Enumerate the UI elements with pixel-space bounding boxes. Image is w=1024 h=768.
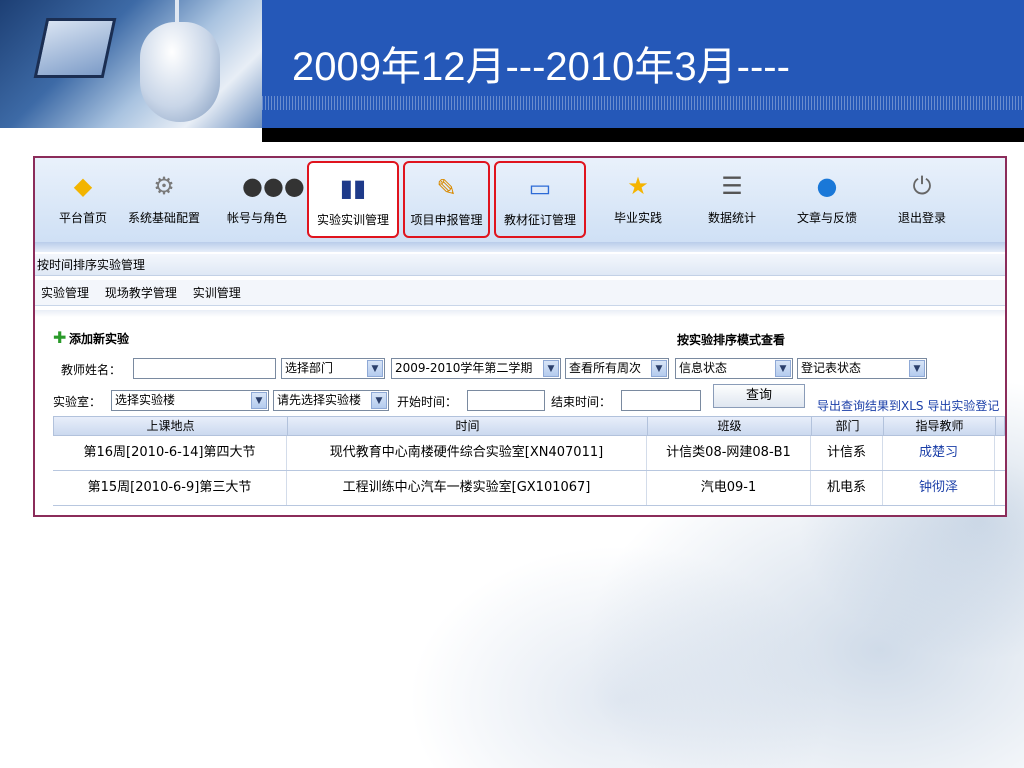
laptop-image xyxy=(33,18,117,78)
tool-system-config[interactable]: ⚙ 系统基础配置 xyxy=(117,168,211,238)
chevron-down-icon: ▼ xyxy=(371,392,387,409)
department-value: 选择部门 xyxy=(285,361,334,375)
export-links[interactable]: 导出查询结果到XLS 导出实验登记 xyxy=(817,397,999,414)
start-time-label: 开始时间： xyxy=(397,395,458,409)
chat-bubble-icon: ● xyxy=(816,172,838,200)
subnav-field-teaching[interactable]: 现场教学管理 xyxy=(105,286,177,300)
teacher-name-label: 教师姓名： xyxy=(61,363,122,377)
content-divider xyxy=(35,310,1005,317)
week-value: 查看所有周次 xyxy=(569,361,642,375)
star-icon: ★ xyxy=(627,172,649,200)
tool-accounts[interactable]: ●●● 帐号与角色 xyxy=(215,168,305,238)
tool-label: 退出登录 xyxy=(897,211,946,225)
cell-department: 机电系 xyxy=(811,471,883,505)
table-row[interactable]: 第16周[2010-6-14]第四大节 现代教育中心南楼硬件综合实验室[XN40… xyxy=(53,436,1005,471)
tool-label: 实验实训管理 xyxy=(316,213,389,227)
slide-title: 2009年12月---2010年3月---- xyxy=(292,45,790,89)
main-toolbar: ◆ 平台首页 ⚙ 系统基础配置 ●●● 帐号与角色 ▮▮ 实验实训管理 ✎ 项目… xyxy=(35,158,1005,242)
subnav-lab-management[interactable]: 实验管理 xyxy=(41,286,89,300)
gear-icon: ⚙ xyxy=(153,172,175,200)
tool-project-application[interactable]: ✎ 项目申报管理 xyxy=(403,161,490,238)
tool-label: 毕业实践 xyxy=(613,211,662,225)
cell-location: 第16周[2010-6-14]第四大节 xyxy=(53,436,287,470)
column-header-location[interactable]: 上课地点 xyxy=(54,417,288,435)
view-by-lab-mode-link[interactable]: 按实验排序模式查看 xyxy=(677,331,785,348)
tool-graduation-practice[interactable]: ★ 毕业实践 xyxy=(593,168,683,238)
semester-select[interactable]: 2009-2010学年第二学期 ▼ xyxy=(391,358,561,379)
users-icon: ●●● xyxy=(242,172,305,200)
screen-icon: ▭ xyxy=(528,174,552,202)
column-header-class[interactable]: 班级 xyxy=(648,417,812,435)
cell-location: 第15周[2010-6-9]第三大节 xyxy=(53,471,287,505)
tool-lab-management[interactable]: ▮▮ 实验实训管理 xyxy=(307,161,399,238)
query-button[interactable]: 查询 xyxy=(713,384,805,408)
semester-value: 2009-2010学年第二学期 xyxy=(395,361,533,375)
cell-time: 工程训练中心汽车一楼实验室[GX101067] xyxy=(287,471,647,505)
building-select[interactable]: 选择实验楼 ▼ xyxy=(111,390,269,411)
plus-icon: ✚ xyxy=(53,328,67,347)
cell-department: 计信系 xyxy=(811,436,883,470)
power-icon: ⏻ xyxy=(912,172,932,200)
lab-room-select[interactable]: 请先选择实验楼 ▼ xyxy=(273,390,389,411)
column-header-teacher[interactable]: 指导教师 xyxy=(884,417,996,435)
tool-statistics[interactable]: ☰ 数据统计 xyxy=(687,168,777,238)
tool-logout[interactable]: ⏻ 退出登录 xyxy=(877,168,967,238)
lab-room-value: 请先选择实验楼 xyxy=(277,393,362,407)
tool-label: 文章与反馈 xyxy=(796,211,857,225)
edit-document-icon: ✎ xyxy=(436,174,457,202)
info-status-select[interactable]: 信息状态 ▼ xyxy=(675,358,793,379)
filter-row-1: 教师姓名： 选择部门 ▼ 2009-2010学年第二学期 ▼ 查看所有周次 ▼ … xyxy=(61,358,1005,380)
register-status-value: 登记表状态 xyxy=(801,361,862,375)
end-time-input[interactable] xyxy=(621,390,701,411)
add-new-label: 添加新实验 xyxy=(69,332,130,346)
mouse-image xyxy=(140,22,220,122)
teacher-name-input[interactable] xyxy=(133,358,276,379)
chevron-down-icon: ▼ xyxy=(367,360,383,377)
lab-label: 实验室： xyxy=(53,395,102,409)
department-select[interactable]: 选择部门 ▼ xyxy=(281,358,385,379)
subnav-training-management[interactable]: 实训管理 xyxy=(193,286,241,300)
chevron-down-icon: ▼ xyxy=(775,360,791,377)
tool-label: 项目申报管理 xyxy=(410,213,483,227)
cell-time: 现代教育中心南楼硬件综合实验室[XN407011] xyxy=(287,436,647,470)
add-new-lab-link[interactable]: ✚ 添加新实验 xyxy=(53,330,129,347)
tool-label: 教材征订管理 xyxy=(503,213,576,227)
section-title: 按时间排序实验管理 xyxy=(35,254,1005,276)
chevron-down-icon: ▼ xyxy=(251,392,267,409)
chevron-down-icon: ▼ xyxy=(543,360,559,377)
start-time-input[interactable] xyxy=(467,390,545,411)
tool-label: 平台首页 xyxy=(58,211,107,225)
dotted-line xyxy=(262,96,1024,110)
tool-home[interactable]: ◆ 平台首页 xyxy=(37,168,129,238)
cell-teacher-link[interactable]: 成楚习 xyxy=(883,436,995,470)
week-select[interactable]: 查看所有周次 ▼ xyxy=(565,358,669,379)
books-icon: ▮▮ xyxy=(339,174,367,202)
chevron-down-icon: ▼ xyxy=(651,360,667,377)
cell-class: 汽电09-1 xyxy=(647,471,811,505)
database-icon: ☰ xyxy=(721,172,743,200)
toolbar-divider xyxy=(35,242,1005,252)
building-value: 选择实验楼 xyxy=(115,393,176,407)
info-status-value: 信息状态 xyxy=(679,361,728,375)
end-time-label: 结束时间： xyxy=(551,395,612,409)
cell-class: 计信类08-网建08-B1 xyxy=(647,436,811,470)
chevron-down-icon: ▼ xyxy=(909,360,925,377)
tool-articles-feedback[interactable]: ● 文章与反馈 xyxy=(781,168,873,238)
column-header-department[interactable]: 部门 xyxy=(812,417,884,435)
home-icon: ◆ xyxy=(73,172,93,200)
tool-label: 系统基础配置 xyxy=(127,211,200,225)
cell-teacher-link[interactable]: 钟彻泽 xyxy=(883,471,995,505)
title-underline-bar xyxy=(262,128,1024,142)
app-screenshot: ◆ 平台首页 ⚙ 系统基础配置 ●●● 帐号与角色 ▮▮ 实验实训管理 ✎ 项目… xyxy=(33,156,1007,517)
tool-label: 帐号与角色 xyxy=(226,211,287,225)
tool-label: 数据统计 xyxy=(707,211,756,225)
column-header-time[interactable]: 时间 xyxy=(288,417,648,435)
sub-navigation: 实验管理 现场教学管理 实训管理 xyxy=(35,280,1005,306)
register-status-select[interactable]: 登记表状态 ▼ xyxy=(797,358,927,379)
table-header: 上课地点 时间 班级 部门 指导教师 xyxy=(53,416,1005,436)
header-photo xyxy=(0,0,262,128)
tool-textbook-order[interactable]: ▭ 教材征订管理 xyxy=(494,161,586,238)
table-row[interactable]: 第15周[2010-6-9]第三大节 工程训练中心汽车一楼实验室[GX10106… xyxy=(53,471,1005,506)
